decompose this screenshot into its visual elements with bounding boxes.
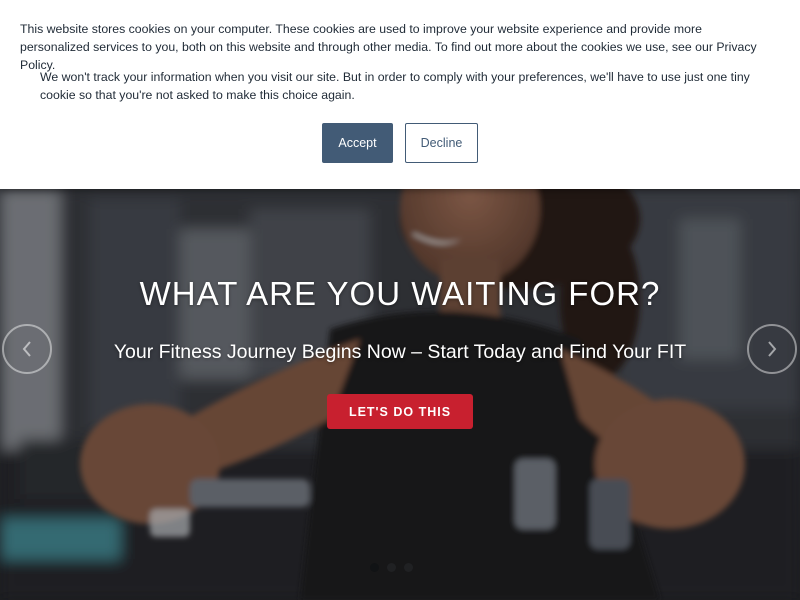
slider-prev-button[interactable] bbox=[2, 324, 52, 374]
chevron-right-icon bbox=[768, 341, 777, 357]
lets-do-this-button[interactable]: LET'S DO THIS bbox=[327, 394, 473, 429]
hero-title: WHAT ARE YOU WAITING FOR? bbox=[139, 275, 661, 312]
decline-button[interactable]: Decline bbox=[405, 123, 478, 163]
cookie-message: This website stores cookies on your comp… bbox=[20, 22, 757, 72]
hero-subtitle: Your Fitness Journey Begins Now – Start … bbox=[113, 341, 687, 363]
hero-slider: WHAT ARE YOU WAITING FOR? Your Fitness J… bbox=[0, 189, 800, 600]
slider-next-button[interactable] bbox=[747, 324, 797, 374]
slider-dots bbox=[370, 563, 413, 573]
slider-dot[interactable] bbox=[404, 563, 413, 572]
accept-button[interactable]: Accept bbox=[322, 123, 393, 163]
chevron-left-icon bbox=[22, 341, 31, 357]
slider-dot[interactable] bbox=[387, 563, 396, 572]
cookie-banner: This website stores cookies on your comp… bbox=[0, 0, 800, 189]
cookie-tracking-message: We won't track your information when you… bbox=[40, 70, 750, 102]
slider-dot[interactable] bbox=[370, 563, 379, 572]
